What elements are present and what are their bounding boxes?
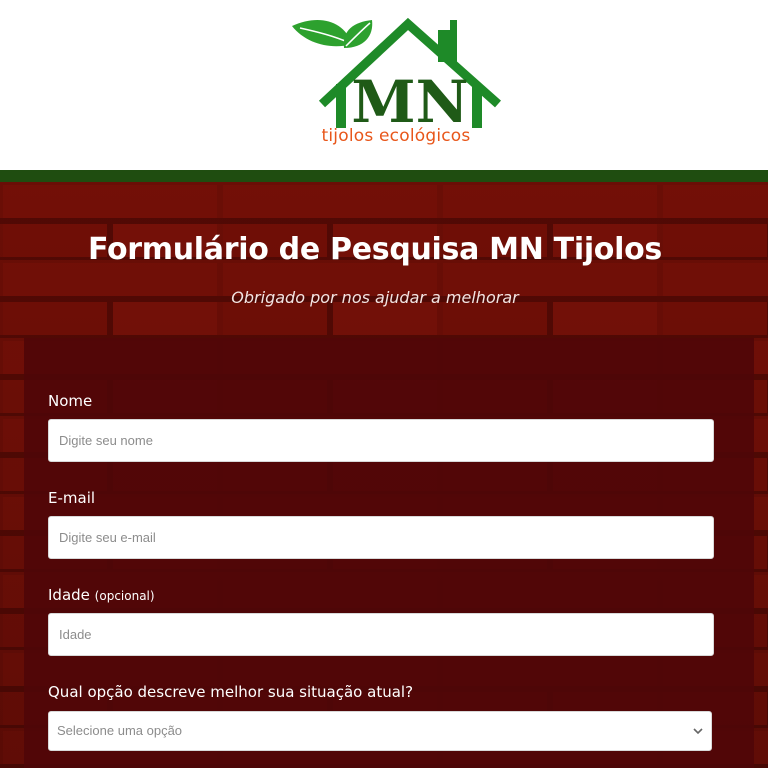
header-divider	[0, 170, 768, 182]
email-label: E-mail	[48, 489, 96, 507]
logo-graphic: MN	[292, 17, 501, 136]
name-label: Nome	[48, 392, 93, 410]
situation-select-value: Selecione uma opção	[57, 723, 183, 738]
page: MN tijolos ecológicos Formulário de Pesq…	[0, 0, 768, 768]
page-subtitle: Obrigado por nos ajudar a melhorar	[231, 288, 519, 307]
situation-select[interactable]: Selecione uma opção	[48, 711, 712, 751]
site-header: MN tijolos ecológicos	[0, 0, 768, 170]
hero-section: Formulário de Pesquisa MN Tijolos Obriga…	[0, 182, 768, 768]
email-input[interactable]	[48, 516, 714, 559]
page-title: Formulário de Pesquisa MN Tijolos	[88, 232, 662, 267]
age-optional-note: (opcional)	[94, 589, 155, 603]
brand-logo[interactable]: MN tijolos ecológicos	[288, 14, 504, 156]
logo-tagline: tijolos ecológicos	[321, 126, 471, 146]
age-label: Idade (opcional)	[48, 586, 155, 604]
survey-form: Nome E-mail Idade (opcional) Qual opção …	[24, 338, 754, 768]
age-input[interactable]	[48, 613, 714, 656]
age-label-text: Idade	[48, 586, 90, 604]
name-input[interactable]	[48, 419, 714, 462]
situation-label: Qual opção descreve melhor sua situação …	[48, 683, 414, 701]
chevron-down-icon	[693, 728, 703, 735]
